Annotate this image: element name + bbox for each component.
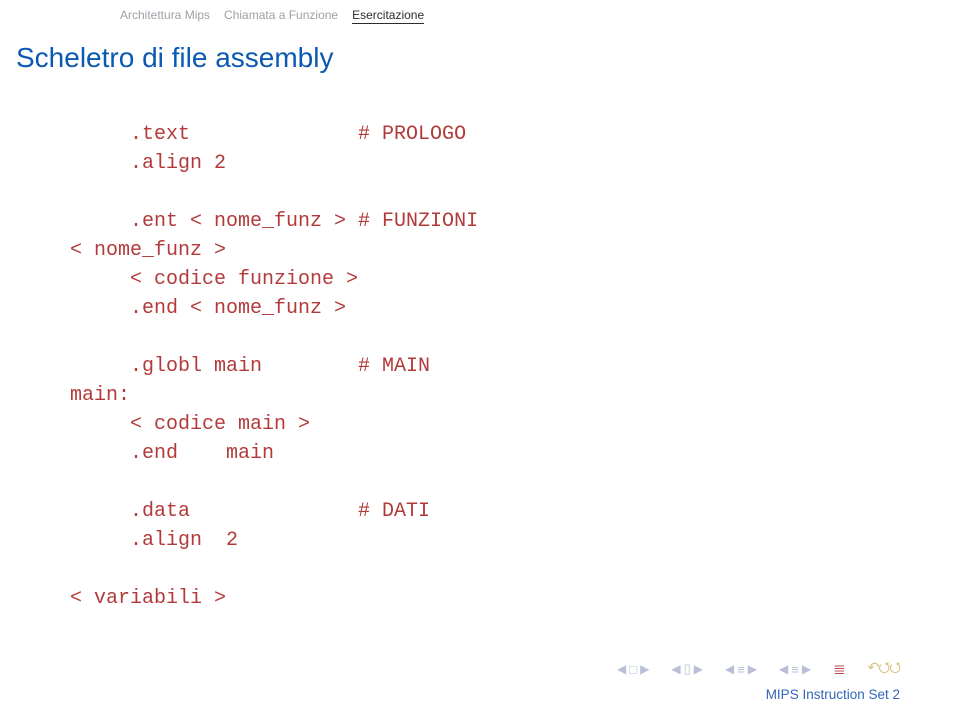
code-line: .align 2: [70, 529, 238, 552]
nav-subsection-prev[interactable]: ◀ ≡ ▶: [725, 662, 757, 677]
code-line: .text # PROLOGO: [70, 123, 466, 146]
chevron-right-icon: ▶: [694, 662, 703, 676]
code-line: < codice main >: [70, 413, 310, 436]
redo-circle-icon: ⭯: [878, 659, 889, 675]
code-line: .end main: [70, 442, 274, 465]
breadcrumb-item-esercitazione[interactable]: Esercitazione: [352, 8, 424, 24]
chevron-left-icon: ◀: [779, 662, 788, 676]
lines-icon: ≡: [791, 662, 799, 677]
chevron-left-icon: ◀: [617, 662, 626, 676]
nav-undo[interactable]: ↶⭯⭯: [868, 657, 900, 681]
code-line: < nome_funz >: [70, 239, 226, 262]
code-block: .text # PROLOGO .align 2 .ent < nome_fun…: [70, 120, 478, 613]
code-line: .globl main # MAIN: [70, 355, 430, 378]
footer-title: MIPS Instruction Set 2: [766, 687, 900, 702]
code-line: .ent < nome_funz > # FUNZIONI: [70, 210, 478, 233]
slide-nav-bar: ◀ □ ▶ ◀ ▯ ▶ ◀ ≡ ▶ ◀ ≡ ▶ ≣ ↶⭯⭯: [617, 657, 900, 681]
undo-icon: ↶: [868, 659, 879, 675]
chevron-right-icon: ▶: [748, 662, 757, 676]
chevron-right-icon: ▶: [640, 662, 649, 676]
code-line: .align 2: [70, 152, 226, 175]
box-icon: □: [629, 662, 637, 677]
page-title: Scheletro di file assembly: [16, 42, 333, 74]
nav-subsection-next[interactable]: ◀ ≡ ▶: [779, 662, 811, 677]
nav-outline[interactable]: ≣: [833, 660, 846, 678]
code-line: .end < nome_funz >: [70, 297, 346, 320]
chevron-left-icon: ◀: [671, 662, 680, 676]
redo-circle-icon: ⭯: [889, 659, 900, 675]
nav-first[interactable]: ◀ □ ▶: [617, 662, 649, 677]
chevron-left-icon: ◀: [725, 662, 734, 676]
code-line: < variabili >: [70, 587, 226, 610]
code-line: main:: [70, 384, 130, 407]
code-line: < codice funzione >: [70, 268, 358, 291]
chevron-right-icon: ▶: [802, 662, 811, 676]
breadcrumb-item-funzione[interactable]: Chiamata a Funzione: [224, 8, 338, 24]
breadcrumb: Architettura Mips Chiamata a Funzione Es…: [0, 8, 960, 24]
stack-icon: ▯: [684, 661, 691, 677]
nav-prev[interactable]: ◀ ▯ ▶: [671, 661, 703, 677]
breadcrumb-item-arch[interactable]: Architettura Mips: [120, 8, 210, 24]
lines-icon: ≡: [737, 662, 745, 677]
code-line: .data # DATI: [70, 500, 430, 523]
footer: ◀ □ ▶ ◀ ▯ ▶ ◀ ≡ ▶ ◀ ≡ ▶ ≣ ↶⭯⭯ MIPS Instr…: [617, 657, 900, 702]
